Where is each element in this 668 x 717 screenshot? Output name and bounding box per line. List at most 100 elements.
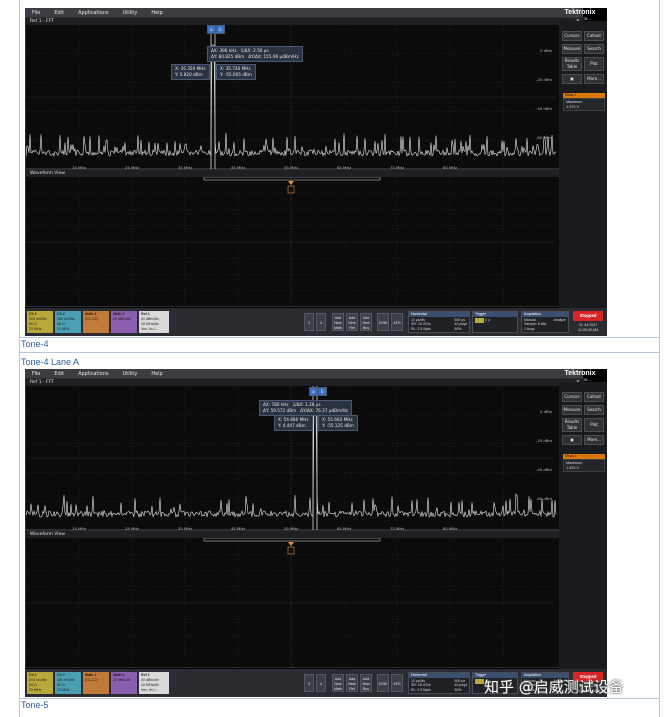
- inverse-delta-x: 1/ΔX: 2.56 μs: [240, 48, 269, 53]
- math-2-badge[interactable]: Math 2 20 dBm/div: [111, 672, 137, 694]
- menu-utility[interactable]: Utility: [123, 371, 138, 377]
- badge-expression: (C1-C2): [85, 678, 98, 682]
- measurement-value: 1.370 V: [566, 105, 580, 109]
- menu-edit[interactable]: Edit: [54, 10, 64, 16]
- cursor-a-label: a: [210, 27, 213, 32]
- channel-1-badge[interactable]: Ch 1 200 mV/div 50 Ω 70 MHz: [27, 311, 53, 333]
- cursor-b-handle[interactable]: b: [318, 387, 327, 396]
- acquisition-panel[interactable]: Acquisition Manual, Sample: 8 bits 1 Acqs …: [521, 311, 569, 333]
- cursor-delta-readout: ΔX: 780 kHz 1/ΔX: 1.28 μs ΔY: 59.572 dBm…: [259, 400, 352, 416]
- y-tick: 0 dBm: [540, 48, 553, 53]
- channel-2-badge[interactable]: Ch 2 150 mV/div 50 Ω 70 MHz: [55, 672, 81, 694]
- dvm-button[interactable]: DVM: [377, 674, 389, 692]
- ref-1-badge[interactable]: Ref 1 20 dBm/div 10 MHz/div Vec, lin I...: [139, 311, 169, 333]
- menu-file[interactable]: File: [32, 371, 40, 377]
- menu-utility[interactable]: Utility: [123, 10, 138, 16]
- menu-file[interactable]: File: [32, 10, 40, 16]
- measure-button[interactable]: Measure: [562, 44, 582, 54]
- menu-edit[interactable]: Edit: [54, 371, 64, 377]
- delta-y-over-delta-x: ΔY/ΔX: 155.96 μdBm/Hz: [248, 54, 299, 59]
- channel-3-button[interactable]: 3: [304, 674, 314, 692]
- menu-help[interactable]: Help: [151, 10, 162, 16]
- callout-button[interactable]: Callout: [584, 31, 604, 41]
- more-button[interactable]: More...: [584, 435, 604, 445]
- image-caption: Tone-5: [21, 700, 49, 710]
- menu-help[interactable]: Help: [151, 371, 162, 377]
- measurement-badge[interactable]: Maximum 1.325 V: [563, 459, 605, 472]
- channel-4-button[interactable]: 4: [316, 313, 326, 331]
- math-1-badge[interactable]: Math 1 (C1-C2): [83, 672, 109, 694]
- cursors-button[interactable]: Cursors: [562, 392, 582, 402]
- results-table-button[interactable]: Results Table: [562, 57, 582, 71]
- divider: [19, 698, 660, 699]
- more-button[interactable]: More...: [584, 74, 604, 84]
- add-new-bus-button[interactable]: Add New Bus: [360, 674, 372, 692]
- delta-x: ΔX: 780 kHz: [263, 402, 289, 407]
- fft-title-text: Ref 1 - FFT: [30, 380, 54, 385]
- callout-button[interactable]: Callout: [584, 392, 604, 402]
- afg-button[interactable]: AFG: [391, 313, 403, 331]
- horizontal-panel[interactable]: Horizontal 10 μs/div SR: 25 GS/s RL: 2.5 M…: [408, 311, 470, 333]
- cursor-a-handle[interactable]: a: [309, 387, 318, 396]
- image-caption: Tone-4: [21, 339, 49, 349]
- scope-screenshot-2: File Edit Applications Utility Help Tekt…: [25, 369, 607, 697]
- plot-button[interactable]: Plot: [584, 57, 604, 71]
- add-new-math-button[interactable]: Add New Math: [332, 674, 344, 692]
- results-table-button[interactable]: Results Table: [562, 418, 582, 432]
- horizontal-panel[interactable]: Horizontal 10 μs/div SR: 25 GS/s RL: 2.5 M…: [408, 672, 470, 694]
- cursors-button[interactable]: Cursors: [562, 31, 582, 41]
- measure-button[interactable]: Measure: [562, 405, 582, 415]
- fft-title-text: Ref 1 - FFT: [30, 19, 54, 24]
- y-tick: -60 dBm: [536, 135, 553, 140]
- watermark: 知乎 @启威测试设备: [484, 678, 624, 696]
- waveform-view-title: Waveform View: [26, 531, 584, 538]
- cursor-b-handle[interactable]: b: [216, 25, 225, 34]
- channel-2-badge[interactable]: Ch 2 150 mV/div 50 Ω 70 MHz: [55, 311, 81, 333]
- plot-button[interactable]: Plot: [584, 418, 604, 432]
- badge-bandwidth: 70 MHz: [29, 688, 42, 692]
- trigger-panel[interactable]: Trigger 0 V: [472, 311, 518, 333]
- menu-applications[interactable]: Applications: [78, 10, 109, 16]
- run-stop-status[interactable]: Stopped: [573, 311, 603, 321]
- cursor-a-handle[interactable]: a: [207, 25, 216, 34]
- math-2-badge[interactable]: Math 2 20 dBm/div: [111, 311, 137, 333]
- delta-y-over-delta-x: ΔY/ΔX: 76.37 μdBm/Hz: [300, 408, 348, 413]
- waveform-view-title: Waveform View: [26, 170, 584, 177]
- table-left-border: [19, 352, 20, 717]
- channel-4-button[interactable]: 4: [316, 674, 326, 692]
- dvm-button[interactable]: DVM: [377, 313, 389, 331]
- trigger-source-icon: [475, 678, 484, 684]
- acquisition-analyze: Analyze: [553, 317, 566, 322]
- delta-y: ΔY: 59.572 dBm: [263, 408, 297, 413]
- menu-applications[interactable]: Applications: [78, 371, 109, 377]
- cursor-b-readout: X: 55.660 MHz Y: -55.125 dBm: [318, 415, 358, 431]
- search-button[interactable]: Search: [584, 44, 604, 54]
- add-new-ref-button[interactable]: Add New Ref: [346, 674, 358, 692]
- cursor-a-y: Y: 4.447 dBm: [278, 423, 306, 428]
- add-new-ref-button[interactable]: Add New Ref: [346, 313, 358, 331]
- brand-name: Tektronix: [564, 9, 596, 16]
- divider: [19, 337, 660, 338]
- ref-1-badge[interactable]: Ref 1 20 dBm/div 10 MHz/div Vec, lin I...: [139, 672, 169, 694]
- y-tick: -20 dBm: [536, 438, 553, 443]
- math-1-badge[interactable]: Math 1 (C1-C2): [83, 311, 109, 333]
- search-button[interactable]: Search: [584, 405, 604, 415]
- screenshot-button[interactable]: ▣: [562, 74, 582, 84]
- add-new-math-button[interactable]: Add New Math: [332, 313, 344, 331]
- divider: [19, 352, 660, 353]
- channel-3-button[interactable]: 3: [304, 313, 314, 331]
- screenshot-button[interactable]: ▣: [562, 435, 582, 445]
- afg-button[interactable]: AFG: [391, 674, 403, 692]
- cursor-a-y: Y: 5.820 dBm: [175, 72, 203, 77]
- channel-1-badge[interactable]: Ch 1 200 mV/div 50 Ω 70 MHz: [27, 672, 53, 694]
- cursor-a-x: X: 54.880 MHz: [278, 417, 309, 422]
- delta-y: ΔY: 60.825 dBm: [211, 54, 245, 59]
- badge-window: Vec, lin I...: [141, 327, 158, 331]
- badge-bandwidth: 70 MHz: [57, 688, 70, 692]
- waveform-plot: [26, 177, 556, 307]
- measurement-badge[interactable]: Maximum 1.370 V: [563, 98, 605, 111]
- right-sidebar: Cursors Callout Measure Search Results T…: [559, 382, 607, 682]
- scope-screenshot-1: File Edit Applications Utility Help Tekt…: [25, 8, 607, 336]
- add-new-bus-button[interactable]: Add New Bus: [360, 313, 372, 331]
- cursor-a-readout: X: 54.880 MHz Y: 4.447 dBm: [274, 415, 313, 431]
